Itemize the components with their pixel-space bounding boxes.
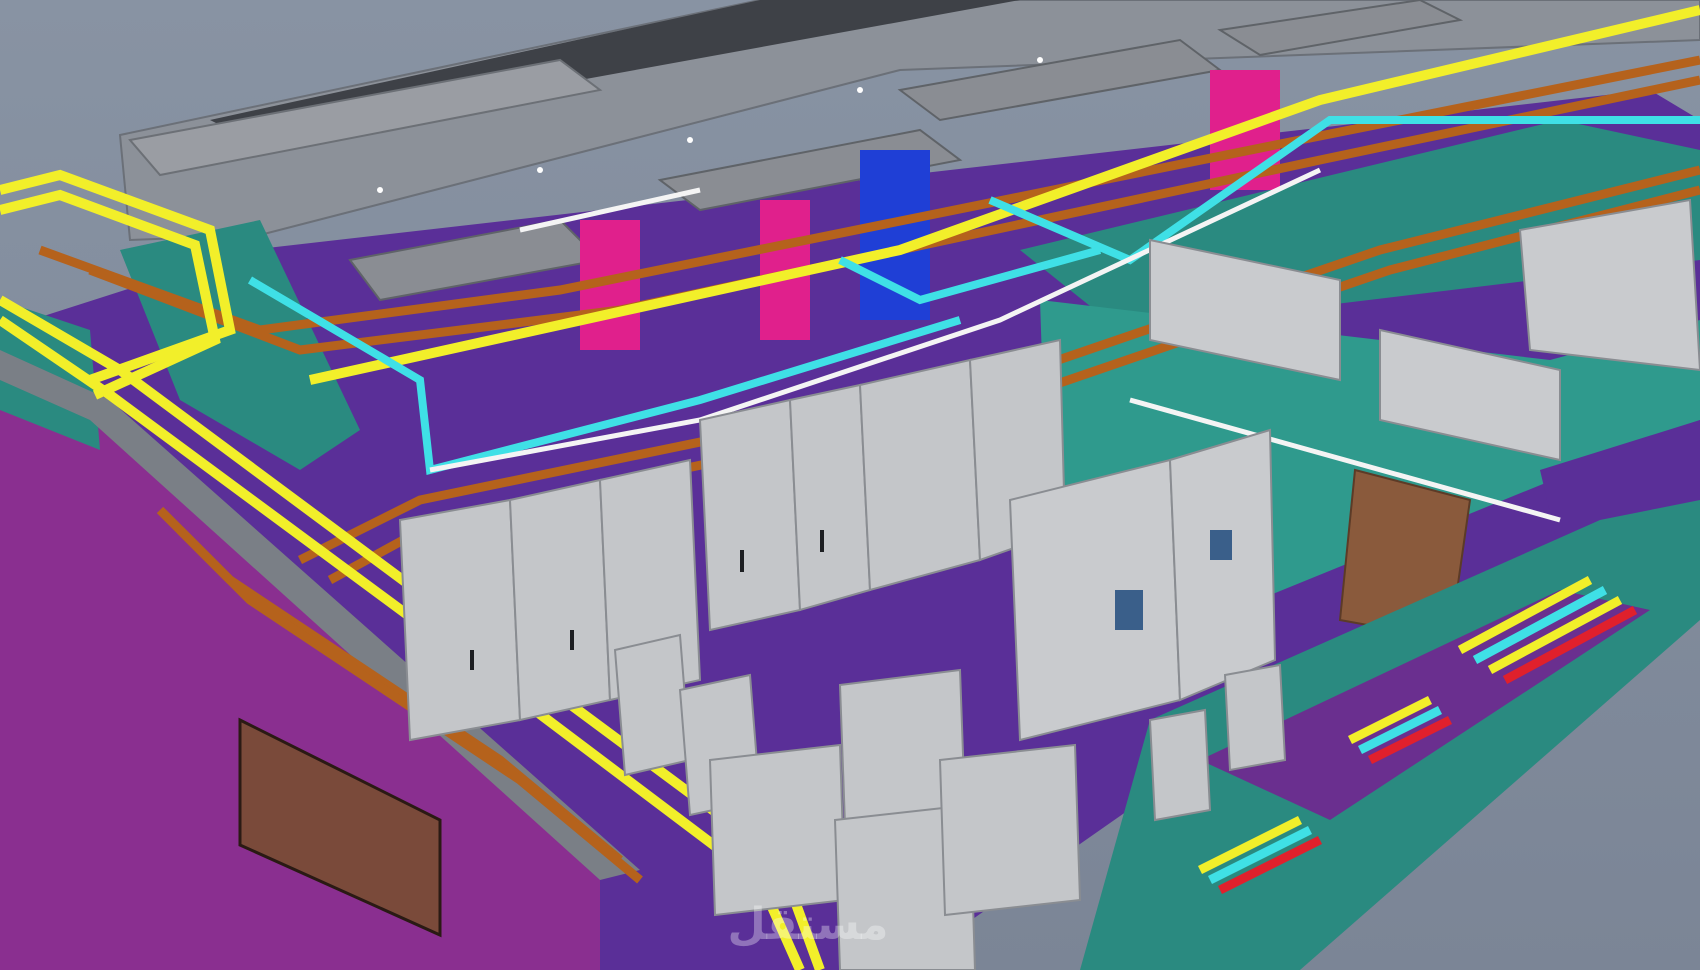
bim-3d-scene xyxy=(0,0,1700,970)
blue-duct-riser xyxy=(860,150,930,320)
model-viewport[interactable]: مستقل xyxy=(0,0,1700,970)
